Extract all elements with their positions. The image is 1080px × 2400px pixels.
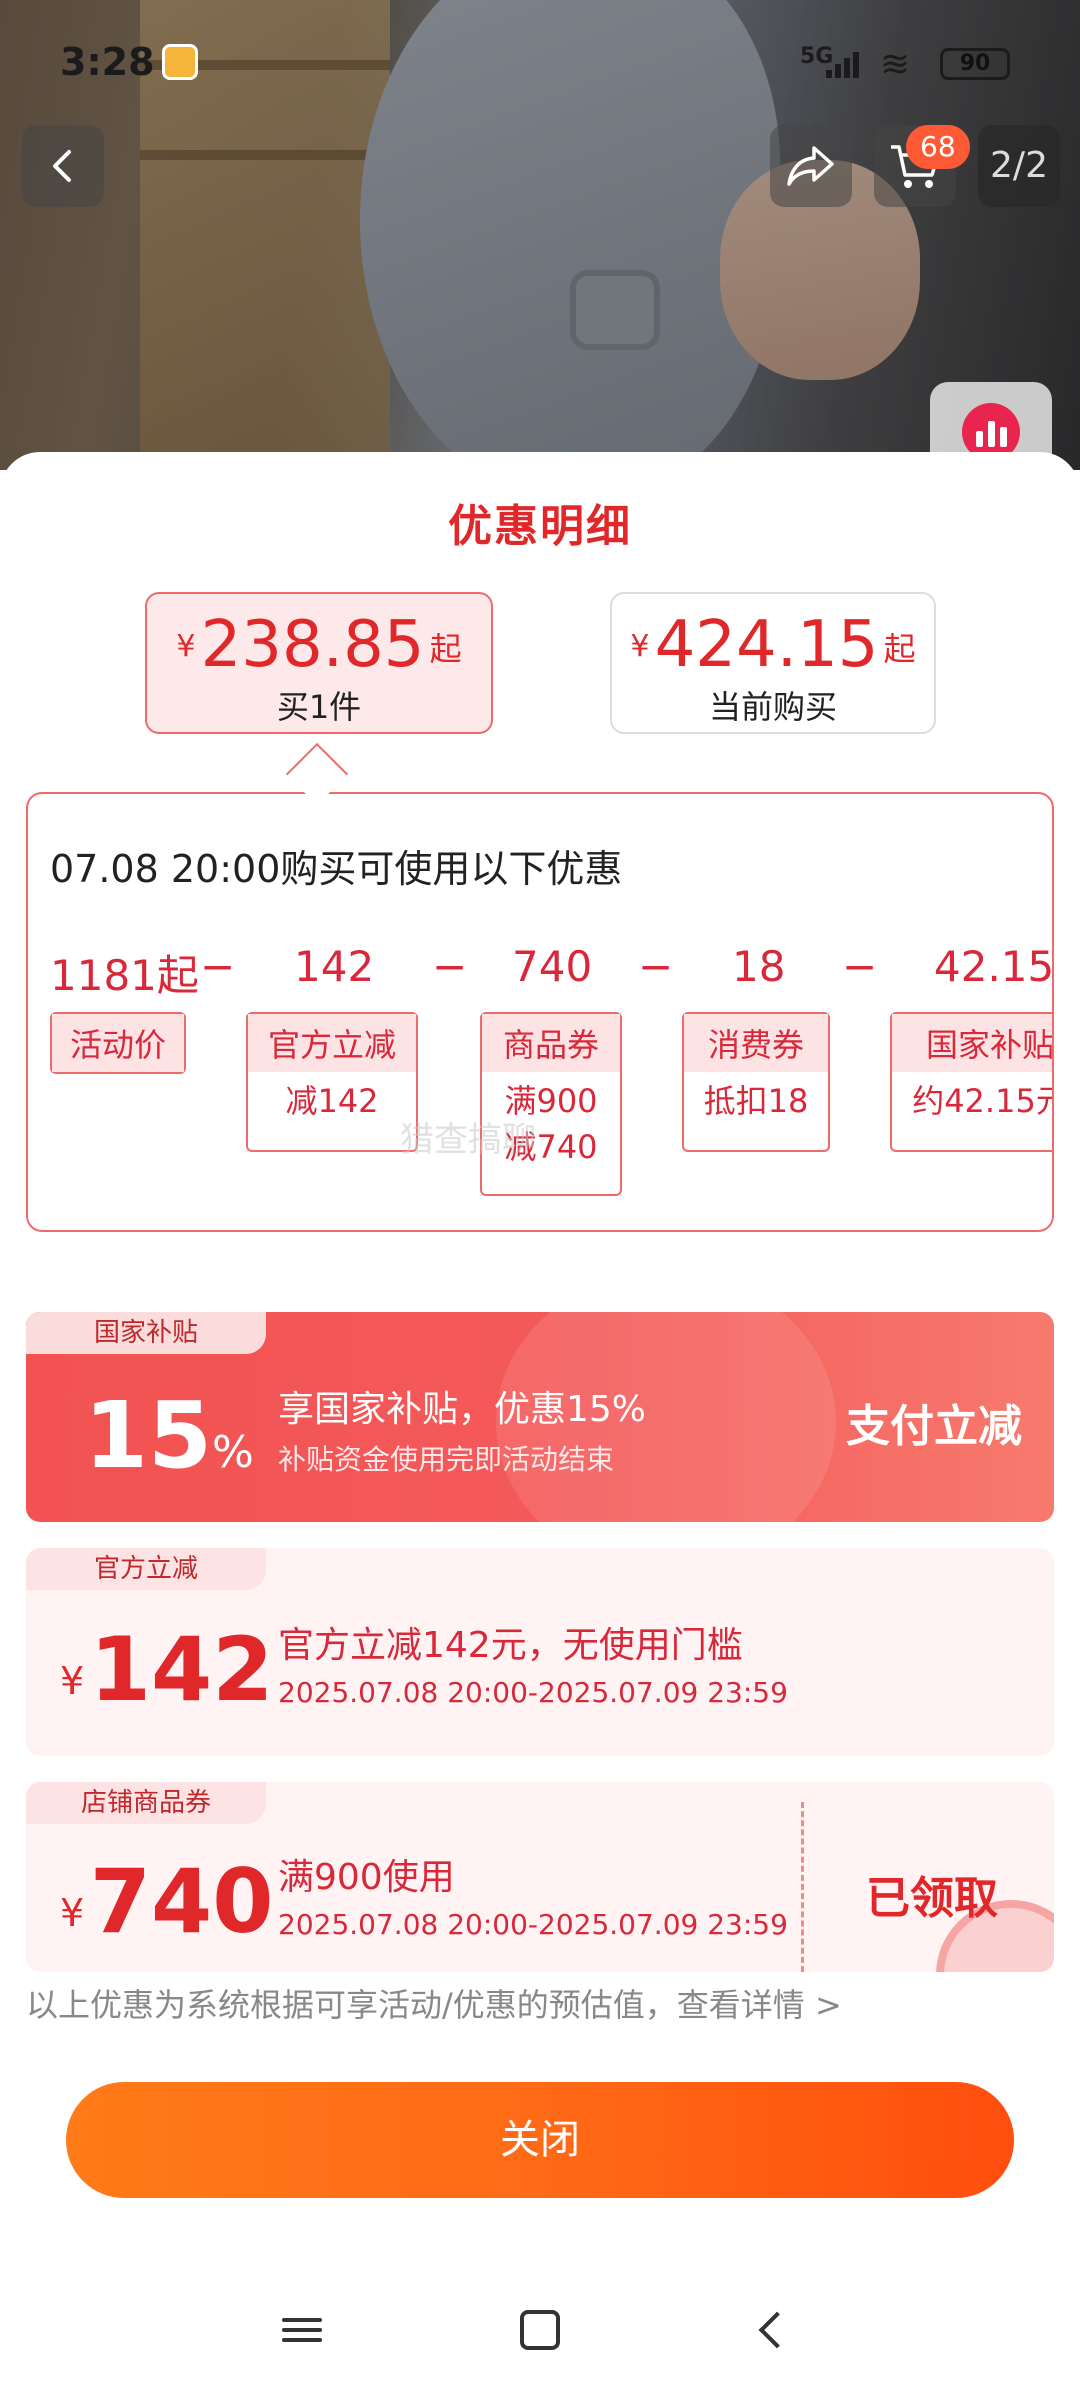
watermark: 猎查搞聊 xyxy=(400,1120,536,1160)
subsidy-value: 15 xyxy=(84,1382,213,1489)
signal-icon xyxy=(826,48,866,78)
cart-count-badge: 68 xyxy=(906,125,970,169)
calc-tag-label: 商品券 xyxy=(482,1014,620,1072)
card-validity: 2025.07.08 20:00-2025.07.09 23:59 xyxy=(278,1676,788,1709)
calc-operator: − xyxy=(432,942,468,991)
price-tab-label: 当前购买 xyxy=(708,688,837,726)
calc-tag-label: 国家补贴 xyxy=(892,1014,1052,1072)
calc-tag-label: 官方立减 xyxy=(248,1014,416,1072)
share-icon xyxy=(787,146,834,186)
home-icon xyxy=(520,2310,560,2350)
discount-calculation-panel: 07.08 20:00购买可使用以下优惠 1181起 − 142 − 740 −… xyxy=(26,792,1054,1232)
subsidy-percent: 15% xyxy=(84,1382,254,1489)
card-tag: 官方立减 xyxy=(26,1548,266,1590)
calc-tag-detail: 减142 xyxy=(248,1072,416,1130)
system-back-button[interactable] xyxy=(740,2300,800,2360)
calc-tag-official: 官方立减 减142 xyxy=(246,1012,418,1152)
card-line1: 享国家补贴，优惠15% xyxy=(278,1389,647,1430)
currency-symbol: ¥ xyxy=(630,629,650,664)
calc-title: 07.08 20:00购买可使用以下优惠 xyxy=(50,847,623,891)
calc-tag-activity-price: 活动价 xyxy=(50,1012,186,1074)
calc-value: 1181起 xyxy=(50,951,199,1000)
calc-tag-consumer-coupon: 消费券 抵扣18 xyxy=(682,1012,830,1152)
card-line1: 官方立减142元，无使用门槛 xyxy=(278,1625,743,1666)
recent-apps-button[interactable] xyxy=(272,2300,332,2360)
calc-tag-label: 活动价 xyxy=(52,1014,184,1072)
price-tab-amount: ¥ 424.15 起 xyxy=(612,608,934,682)
calc-tag-detail: 抵扣18 xyxy=(703,1082,809,1120)
price-tab-buy-one[interactable]: ¥ 238.85 起 买1件 xyxy=(145,592,493,734)
chevron-left-icon xyxy=(53,150,71,182)
price-tab-amount: ¥ 238.85 起 xyxy=(147,608,491,682)
sheet-title: 优惠明细 xyxy=(448,501,632,552)
currency-symbol: ¥ xyxy=(60,1891,85,1935)
calc-value: 42.15 xyxy=(934,942,1054,991)
calc-operator: − xyxy=(638,942,674,991)
system-nav-bar xyxy=(0,2280,1080,2380)
calc-value: 142 xyxy=(294,942,375,991)
currency-symbol: ¥ xyxy=(176,629,196,664)
card-tag: 国家补贴 xyxy=(26,1312,266,1354)
price-suffix: 起 xyxy=(429,630,462,668)
discount-detail-sheet: 优惠明细 ¥ 238.85 起 买1件 ¥ 424.15 起 当前购买 07.0… xyxy=(0,452,1080,2400)
price-value: 238.85 xyxy=(200,608,425,682)
official-discount-card[interactable]: 官方立减 ¥ 142 官方立减142元，无使用门槛 2025.07.08 20:… xyxy=(26,1548,1054,1756)
status-time: 3:28 xyxy=(60,40,155,84)
price-value: 424.15 xyxy=(654,608,879,682)
gov-subsidy-card[interactable]: 国家补贴 15% 享国家补贴，优惠15% 补贴资金使用完即活动结束 支付立减 xyxy=(26,1312,1054,1522)
calc-operator: − xyxy=(842,942,878,991)
card-divider xyxy=(801,1802,804,1972)
image-page-indicator: 2/2 xyxy=(978,125,1060,207)
coupon-amount: ¥ 740 xyxy=(60,1850,273,1953)
back-icon xyxy=(758,2311,796,2349)
card-line2: 补贴资金使用完即活动结束 xyxy=(278,1443,615,1476)
coupon-value: 740 xyxy=(89,1850,274,1953)
status-bar: 3:28 5G ≋ 90 xyxy=(0,30,1080,90)
calc-tag-product-coupon: 商品券 满900 减740 xyxy=(480,1012,622,1196)
card-tag: 店铺商品券 xyxy=(26,1782,266,1824)
currency-symbol: ¥ xyxy=(60,1659,85,1703)
shop-coupon-card[interactable]: 店铺商品券 ¥ 740 满900使用 2025.07.08 20:00-2025… xyxy=(26,1782,1054,1972)
estimate-note-link[interactable]: 以上优惠为系统根据可享活动/优惠的预估值，查看详情 > xyxy=(26,1980,842,2026)
calc-tag-detail: 约42.15元 xyxy=(912,1082,1054,1120)
app-notification-icon xyxy=(162,44,198,80)
home-button[interactable] xyxy=(510,2300,570,2360)
battery-icon: 90 xyxy=(940,48,1010,80)
card-validity: 2025.07.08 20:00-2025.07.09 23:59 xyxy=(278,1908,788,1941)
coupon-value: 142 xyxy=(89,1618,274,1721)
calc-operator: − xyxy=(200,942,236,991)
price-tab-current[interactable]: ¥ 424.15 起 当前购买 xyxy=(610,592,936,734)
price-tab-label: 买1件 xyxy=(276,688,362,726)
calc-formula-row: 1181起 − 142 − 740 − 18 − 42.15 xyxy=(28,942,1054,1002)
wifi-icon: ≋ xyxy=(880,44,911,85)
subsidy-unit: % xyxy=(212,1427,254,1478)
claimed-status: 已领取 xyxy=(866,1873,998,1924)
calc-value: 18 xyxy=(732,942,786,991)
card-line1: 满900使用 xyxy=(278,1857,455,1898)
calc-tag-gov-subsidy: 国家补贴 约42.15元 xyxy=(890,1012,1054,1152)
coupon-amount: ¥ 142 xyxy=(60,1618,273,1721)
share-button[interactable] xyxy=(770,125,852,207)
calc-tag-label: 消费券 xyxy=(684,1014,828,1072)
back-button[interactable] xyxy=(22,125,104,207)
close-button[interactable]: 关闭 xyxy=(66,2082,1014,2198)
price-suffix: 起 xyxy=(883,630,916,668)
calc-value: 740 xyxy=(512,942,593,991)
card-action[interactable]: 支付立减 xyxy=(846,1390,1022,1454)
